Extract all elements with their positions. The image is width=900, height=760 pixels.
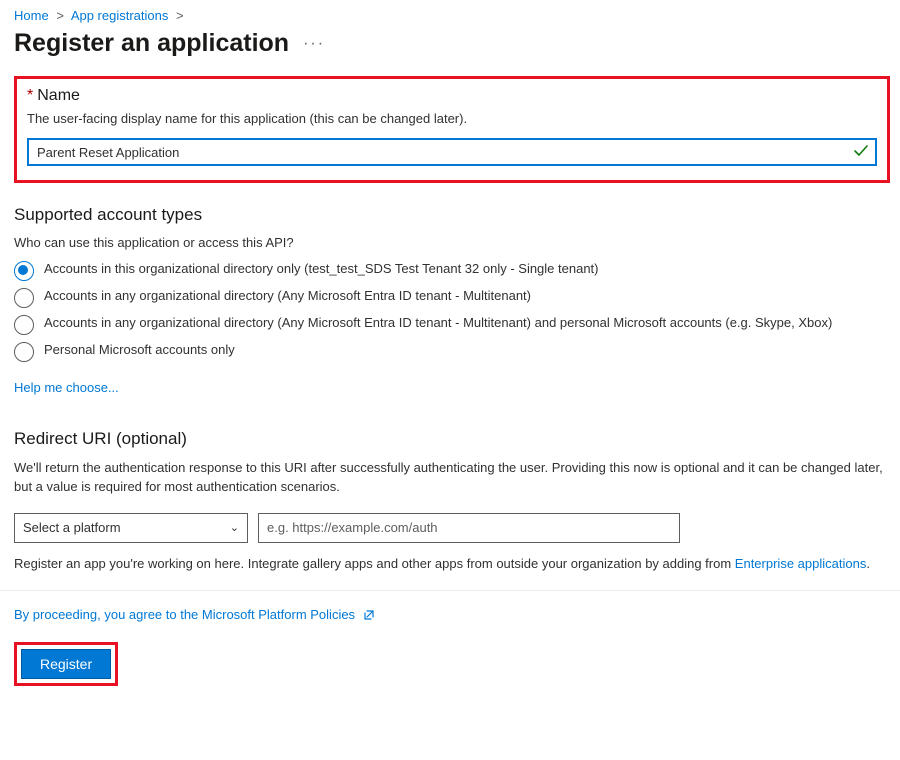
breadcrumb: Home > App registrations >: [14, 8, 890, 23]
help-me-choose-link[interactable]: Help me choose...: [14, 380, 119, 395]
application-name-input[interactable]: [27, 138, 877, 166]
redirect-uri-description: We'll return the authentication response…: [14, 459, 890, 497]
account-type-option-multitenant[interactable]: Accounts in any organizational directory…: [14, 287, 890, 308]
name-label: *Name: [27, 87, 877, 105]
register-button[interactable]: Register: [21, 649, 111, 679]
register-button-highlight: Register: [14, 642, 118, 686]
name-section-highlight: *Name The user-facing display name for t…: [14, 76, 890, 183]
chevron-right-icon: >: [176, 8, 184, 23]
supported-account-types-header: Supported account types: [14, 205, 890, 225]
platform-select-value: Select a platform: [23, 520, 121, 535]
account-type-option-multitenant-personal[interactable]: Accounts in any organizational directory…: [14, 314, 890, 335]
more-icon[interactable]: ···: [303, 35, 325, 53]
enterprise-note: Register an app you're working on here. …: [14, 555, 890, 574]
page-title: Register an application: [14, 29, 289, 58]
agreement-text: By proceeding, you agree to the Microsof…: [14, 607, 890, 624]
account-type-option-personal-only[interactable]: Personal Microsoft accounts only: [14, 341, 890, 362]
enterprise-applications-link[interactable]: Enterprise applications: [735, 556, 867, 571]
radio-label: Personal Microsoft accounts only: [44, 341, 235, 359]
breadcrumb-app-registrations[interactable]: App registrations: [71, 8, 169, 23]
radio-label: Accounts in this organizational director…: [44, 260, 599, 278]
divider: [0, 590, 900, 591]
radio-icon: [14, 315, 34, 335]
chevron-right-icon: >: [56, 8, 64, 23]
platform-select[interactable]: Select a platform ⌄: [14, 513, 248, 543]
radio-label: Accounts in any organizational directory…: [44, 287, 531, 305]
checkmark-icon: [853, 143, 869, 159]
radio-label: Accounts in any organizational directory…: [44, 314, 832, 332]
required-asterisk-icon: *: [27, 87, 33, 104]
radio-icon: [14, 288, 34, 308]
platform-policies-link[interactable]: Microsoft Platform Policies: [202, 607, 355, 622]
redirect-uri-input[interactable]: [258, 513, 680, 543]
account-type-option-single-tenant[interactable]: Accounts in this organizational director…: [14, 260, 890, 281]
breadcrumb-home[interactable]: Home: [14, 8, 49, 23]
account-types-question: Who can use this application or access t…: [14, 235, 890, 250]
name-description: The user-facing display name for this ap…: [27, 111, 877, 126]
chevron-down-icon: ⌄: [230, 521, 239, 534]
radio-icon: [14, 261, 34, 281]
account-types-radio-group: Accounts in this organizational director…: [14, 260, 890, 362]
redirect-uri-header: Redirect URI (optional): [14, 429, 890, 449]
radio-icon: [14, 342, 34, 362]
external-link-icon: [363, 609, 375, 624]
